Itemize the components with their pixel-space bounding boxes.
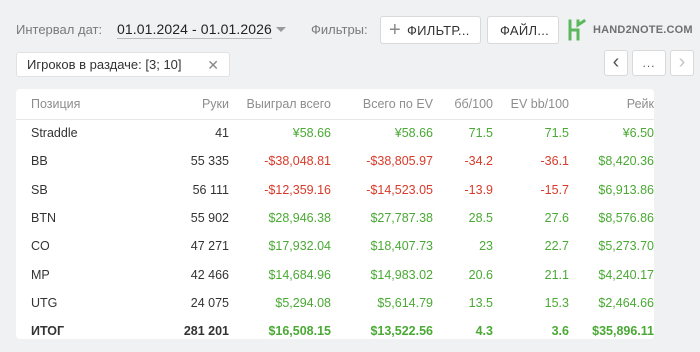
- table-cell: -$38,805.97: [366, 154, 433, 169]
- table-cell: 3.6: [551, 324, 569, 339]
- file-button-label: ФАЙЛ...: [500, 22, 550, 38]
- table-cell: 20.6: [468, 267, 493, 282]
- table-row[interactable]: UTG 24 075 $5,294.08 $5,614.79 13.5 15.3 $2,46…: [16, 289, 654, 317]
- hand2note-logo[interactable]: HAND2NOTE.COM: [567, 18, 693, 42]
- table-cell: 27.6: [544, 211, 569, 226]
- table-row[interactable]: BB 55 335 -$38,048.81 -$38,805.97 -34.2 -36.1…: [16, 147, 654, 175]
- table-cell: $28,946.38: [268, 211, 331, 226]
- column-header[interactable]: Руки: [111, 89, 229, 120]
- table-row[interactable]: SB 56 111 -$12,359.16 -$14,523.05 -13.9 -15.7…: [16, 176, 654, 204]
- table-cell: $8,420.36: [598, 154, 654, 169]
- table-cell: 15.3: [544, 295, 569, 310]
- table-cell: 55 335: [190, 154, 229, 169]
- position-cell: ИТОГ: [31, 324, 65, 339]
- table-cell: $13,522.56: [370, 324, 433, 339]
- table-cell: $14,684.96: [268, 267, 331, 282]
- table-row[interactable]: CO 47 271 $17,932.04 $18,407.73 23 22.7 $5,273…: [16, 232, 654, 260]
- table-cell: 22.7: [544, 239, 569, 254]
- table-cell: $2,464.66: [598, 295, 654, 310]
- table-header-row: Позиция Руки Выиграл всего Всего по EV б…: [16, 89, 654, 120]
- column-header[interactable]: Всего по EV: [331, 89, 433, 120]
- table-cell: 281 201: [183, 324, 229, 339]
- table-cell: 28.5: [468, 211, 493, 226]
- table-cell: -36.1: [540, 154, 570, 169]
- table-cell: 47 271: [190, 239, 229, 254]
- table-row[interactable]: MP 42 466 $14,684.96 $14,983.02 20.6 21.1 $4,2…: [16, 260, 654, 288]
- close-icon[interactable]: ✕: [207, 57, 219, 74]
- more-button[interactable]: ...: [632, 50, 666, 76]
- position-cell: MP: [31, 267, 50, 282]
- toolbar: Интервал дат: 01.01.2024 - 01.01.2026 Фи…: [0, 14, 700, 46]
- table-cell: $16,508.15: [268, 324, 331, 339]
- position-cell: UTG: [31, 295, 58, 310]
- table-cell: $14,983.02: [370, 267, 433, 282]
- table-cell: 56 111: [192, 182, 229, 197]
- table-cell: 24 075: [190, 295, 229, 310]
- prev-button[interactable]: ‹: [604, 50, 628, 76]
- position-cell: Straddle: [31, 126, 78, 141]
- next-button[interactable]: ›: [670, 50, 694, 76]
- table-cell: 13.5: [468, 295, 493, 310]
- total-row[interactable]: ИТОГ 281 201 $16,508.15 $13,522.56 4.3 3.6 $35…: [16, 317, 654, 345]
- table-cell: $4,240.17: [598, 267, 654, 282]
- logo-text: HAND2NOTE.COM: [593, 24, 693, 36]
- table-cell: $8,576.86: [598, 211, 654, 226]
- column-header[interactable]: Выиграл всего: [229, 89, 331, 120]
- table-row[interactable]: BTN 55 902 $28,946.38 $27,787.38 28.5 27.6 $8,…: [16, 204, 654, 232]
- h-logo-icon: [568, 19, 587, 41]
- add-filter-button[interactable]: + ФИЛЬТР...: [380, 16, 481, 44]
- column-header[interactable]: Рейк: [569, 89, 654, 120]
- date-interval-label: Интервал дат:: [16, 22, 103, 37]
- column-header[interactable]: бб/100: [433, 89, 493, 120]
- table-cell: -$14,523.05: [366, 182, 433, 197]
- stats-table-card: Позиция Руки Выиграл всего Всего по EV б…: [16, 89, 654, 339]
- players-filter-chip[interactable]: Игроков в раздаче: [3; 10] ✕: [16, 52, 230, 77]
- table-cell: 23: [479, 239, 493, 254]
- column-header[interactable]: EV bb/100: [493, 89, 569, 120]
- table-cell: $27,787.38: [370, 211, 433, 226]
- date-range-select[interactable]: 01.01.2024 - 01.01.2026: [117, 21, 272, 39]
- position-cell: BTN: [31, 211, 56, 226]
- table-cell: 55 902: [190, 211, 229, 226]
- table-cell: -15.7: [540, 182, 570, 197]
- add-filter-label: ФИЛЬТР...: [406, 22, 470, 38]
- table-cell: -$38,048.81: [264, 154, 331, 169]
- table-cell: 4.3: [475, 324, 493, 339]
- position-cell: CO: [31, 239, 50, 254]
- column-header[interactable]: Позиция: [16, 89, 111, 120]
- table-cell: ¥58.66: [394, 126, 433, 141]
- table-cell: 71.5: [544, 126, 569, 141]
- plus-icon: +: [389, 19, 401, 41]
- table-cell: $5,273.70: [598, 239, 654, 254]
- table-cell: 71.5: [468, 126, 493, 141]
- more-label: ...: [642, 56, 656, 70]
- chevron-right-icon: ›: [678, 51, 686, 73]
- table-cell: 21.1: [544, 267, 569, 282]
- position-stats-table: Позиция Руки Выиграл всего Всего по EV б…: [16, 89, 654, 345]
- table-cell: $5,294.08: [275, 295, 331, 310]
- players-filter-label: Игроков в раздаче: [3; 10]: [27, 57, 182, 72]
- table-cell: 41: [215, 126, 229, 141]
- chevron-down-icon[interactable]: [276, 27, 286, 32]
- table-cell: $5,614.79: [377, 295, 433, 310]
- table-cell: ¥58.66: [292, 126, 331, 141]
- table-cell: -13.9: [464, 182, 494, 197]
- table-cell: $18,407.73: [370, 239, 433, 254]
- table-cell: 42 466: [190, 267, 229, 282]
- table-cell: ¥6.50: [622, 126, 654, 141]
- table-cell: -$12,359.16: [264, 182, 331, 197]
- chevron-left-icon: ‹: [612, 51, 620, 73]
- position-cell: BB: [31, 154, 48, 169]
- position-cell: SB: [31, 182, 48, 197]
- table-cell: $6,913.86: [598, 182, 654, 197]
- table-cell: $17,932.04: [268, 239, 331, 254]
- table-row[interactable]: Straddle 41 ¥58.66 ¥58.66 71.5 71.5 ¥6.50: [16, 119, 654, 147]
- file-button[interactable]: ФАЙЛ...: [487, 16, 559, 44]
- filters-label: Фильтры:: [311, 22, 368, 37]
- table-cell: -34.2: [464, 154, 494, 169]
- table-cell: $35,896.11: [592, 324, 654, 339]
